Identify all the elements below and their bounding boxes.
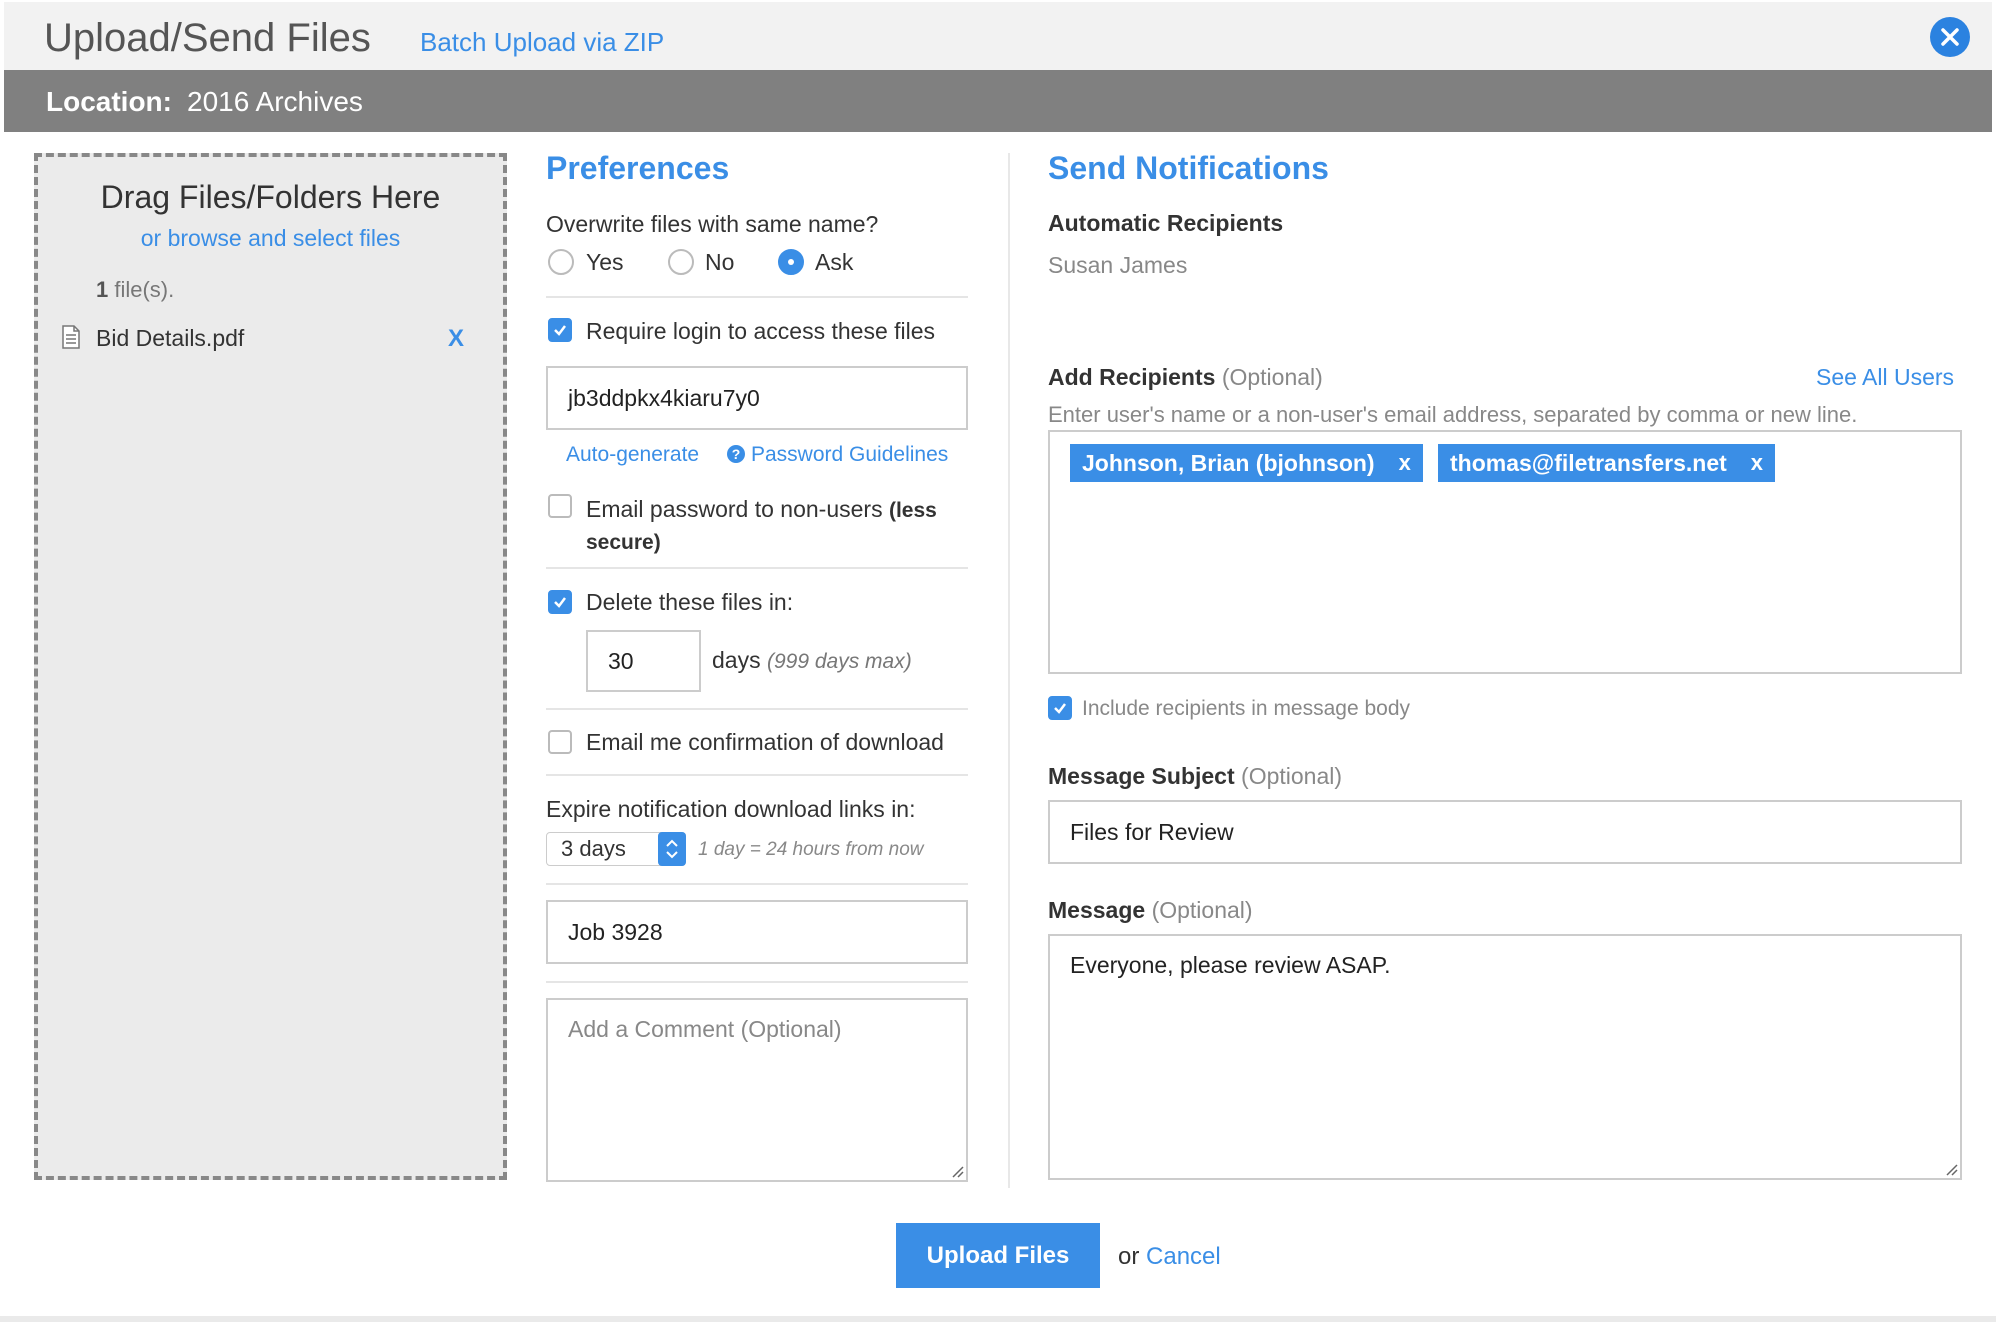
overwrite-no-label: No: [705, 249, 735, 275]
overwrite-ask-radio[interactable]: [778, 249, 804, 275]
overwrite-ask-label: Ask: [815, 249, 854, 275]
overwrite-yes-radio[interactable]: [548, 249, 574, 275]
delete-files-checkbox[interactable]: [548, 590, 572, 614]
overwrite-question: Overwrite files with same name?: [546, 211, 879, 237]
require-login-label: Require login to access these files: [586, 318, 936, 344]
include-recipients-checkbox[interactable]: [1048, 696, 1072, 720]
preferences-heading: Preferences: [546, 150, 730, 186]
svg-text:?: ?: [732, 446, 741, 462]
select-arrows-icon: [658, 832, 686, 866]
or-text: or: [1118, 1243, 1140, 1270]
remove-recipient-button[interactable]: x: [1751, 450, 1763, 476]
document-icon: [62, 325, 80, 349]
recipient-tag: thomas@filetransfers.net x: [1438, 444, 1776, 482]
comment-textarea[interactable]: Add a Comment (Optional): [546, 998, 968, 1182]
location-bar: Location: 2016 Archives: [4, 70, 1992, 132]
browse-files-link[interactable]: or browse and select files: [38, 225, 503, 252]
recipient-tag-label: thomas@filetransfers.net: [1450, 449, 1727, 476]
add-recipients-hint: Enter user's name or a non-user's email …: [1048, 402, 1858, 427]
add-recipients-label: Add Recipients (Optional): [1048, 364, 1323, 390]
expire-hint: 1 day = 24 hours from now: [698, 839, 924, 860]
email-password-label: Email password to non-users (less secure): [586, 496, 937, 554]
resize-grip-icon[interactable]: [1944, 1162, 1958, 1176]
message-value: Everyone, please review ASAP.: [1070, 952, 1391, 978]
email-confirmation-label: Email me confirmation of download: [586, 729, 944, 755]
divider: [546, 567, 968, 569]
checkmark-icon: [554, 597, 566, 608]
subject-input[interactable]: Files for Review: [1048, 800, 1962, 864]
column-divider: [1008, 153, 1010, 1188]
overwrite-no-radio[interactable]: [668, 249, 694, 275]
see-all-users-link[interactable]: See All Users: [1816, 364, 1954, 391]
file-name: Bid Details.pdf: [96, 325, 245, 351]
email-confirmation-checkbox[interactable]: [548, 730, 572, 754]
batch-upload-link[interactable]: Batch Upload via ZIP: [420, 27, 664, 58]
file-dropzone[interactable]: Drag Files/Folders Here or browse and se…: [34, 153, 507, 1180]
password-guidelines-link[interactable]: Password Guidelines: [751, 443, 948, 467]
remove-recipient-button[interactable]: x: [1399, 450, 1411, 476]
delete-days-input[interactable]: 30: [586, 630, 701, 692]
require-login-checkbox[interactable]: [548, 318, 572, 342]
dialog-bottom-edge: [0, 1316, 1996, 1322]
divider: [546, 296, 968, 298]
expire-select[interactable]: 3 days: [546, 832, 686, 866]
file-count: 1 file(s).: [96, 277, 175, 302]
resize-grip-icon[interactable]: [950, 1164, 964, 1178]
automatic-recipients-heading: Automatic Recipients: [1048, 210, 1284, 236]
message-label: Message (Optional): [1048, 897, 1253, 923]
message-textarea[interactable]: Everyone, please review ASAP.: [1048, 934, 1962, 1180]
send-notifications-heading: Send Notifications: [1048, 150, 1329, 186]
auto-generate-link[interactable]: Auto-generate: [566, 443, 699, 467]
email-password-checkbox[interactable]: [548, 494, 572, 518]
reference-input[interactable]: Job 3928: [546, 900, 968, 964]
delete-files-label: Delete these files in:: [586, 589, 794, 615]
automatic-recipient: Susan James: [1048, 252, 1188, 278]
close-icon: [1941, 28, 1959, 46]
recipient-tag: Johnson, Brian (bjohnson) x: [1070, 444, 1423, 482]
expire-label: Expire notification download links in:: [546, 796, 916, 822]
recipient-tag-label: Johnson, Brian (bjohnson): [1082, 449, 1375, 476]
dropzone-title: Drag Files/Folders Here: [100, 179, 441, 215]
comment-placeholder: Add a Comment (Optional): [568, 1016, 842, 1042]
location-value: 2016 Archives: [187, 86, 363, 117]
divider: [546, 774, 968, 776]
include-recipients-label: Include recipients in message body: [1082, 697, 1411, 720]
divider: [546, 883, 968, 885]
recipients-input[interactable]: Johnson, Brian (bjohnson) x thomas@filet…: [1048, 430, 1962, 674]
remove-file-button[interactable]: X: [448, 325, 464, 353]
days-label: days (999 days max): [712, 647, 912, 673]
password-input[interactable]: jb3ddpkx4kiaru7y0: [546, 366, 968, 430]
cancel-area: or Cancel: [1118, 1243, 1221, 1271]
upload-files-button[interactable]: Upload Files: [896, 1223, 1100, 1288]
divider: [546, 981, 968, 983]
checkmark-icon: [554, 325, 566, 336]
cancel-link[interactable]: Cancel: [1146, 1243, 1221, 1270]
close-button[interactable]: [1930, 17, 1970, 57]
subject-label: Message Subject (Optional): [1048, 763, 1343, 789]
dialog-title: Upload/Send Files: [44, 16, 371, 60]
overwrite-yes-label: Yes: [586, 249, 624, 275]
divider: [546, 708, 968, 710]
help-icon: ?: [727, 445, 745, 463]
expire-select-value: 3 days: [561, 836, 626, 861]
location-label: Location:: [46, 86, 172, 117]
checkmark-icon: [1054, 703, 1066, 714]
